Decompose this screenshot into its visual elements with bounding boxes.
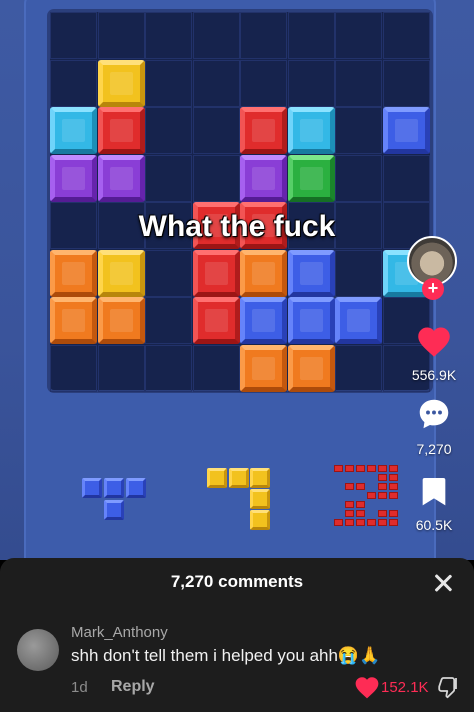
board-cell (382, 59, 430, 107)
board-cell (192, 154, 240, 202)
board-cell (382, 154, 430, 202)
mini-block (345, 519, 354, 526)
board-cell (335, 107, 382, 154)
board-cell (287, 59, 335, 107)
mini-block (334, 519, 343, 526)
board-block-cyan (50, 107, 97, 154)
board-cell (97, 344, 145, 392)
board-block-blue (287, 297, 335, 344)
like-button[interactable]: 556.9K (394, 324, 474, 383)
board-cell (50, 344, 97, 392)
board-block-purple (97, 154, 145, 202)
mini-block (356, 465, 365, 472)
reply-button[interactable]: Reply (111, 678, 155, 696)
board-cell (145, 297, 192, 344)
heart-icon (418, 327, 450, 357)
mini-block (367, 465, 376, 472)
mini-block (378, 492, 387, 499)
comments-title: 7,270 comments (170, 572, 304, 591)
board-block-orange (240, 344, 287, 392)
board-block-blue (382, 107, 430, 154)
board-cell (145, 344, 192, 392)
board-cell (145, 59, 192, 107)
dislike-icon[interactable] (437, 675, 461, 699)
board-block-red (97, 107, 145, 154)
game-board (50, 12, 430, 392)
board-cell (335, 154, 382, 202)
comments-sheet: 7,270 comments Mark_Anthony shh don't te… (0, 558, 474, 712)
board-block-red (192, 249, 240, 297)
board-cell (192, 12, 240, 59)
board-cell (240, 59, 287, 107)
avatar[interactable] (17, 629, 59, 671)
bookmark-button[interactable]: 60.5K (394, 476, 474, 533)
board-cell (145, 107, 192, 154)
video-caption: What the fuck (138, 210, 336, 243)
board-cell (50, 12, 97, 59)
board-cell (192, 107, 240, 154)
mini-block (356, 501, 365, 508)
board-block-blue (240, 297, 287, 344)
board-cell (145, 154, 192, 202)
board-cell (382, 12, 430, 59)
board-block-orange (97, 297, 145, 344)
creator-avatar[interactable]: + (407, 236, 459, 300)
mini-block (356, 519, 365, 526)
board-cell (145, 12, 192, 59)
mini-block (367, 519, 376, 526)
board-cell (287, 12, 335, 59)
board-block-yellow (97, 249, 145, 297)
comment-button[interactable]: 7,270 (394, 396, 474, 457)
mini-block (378, 519, 387, 526)
board-block-cyan (287, 107, 335, 154)
mini-block (389, 465, 398, 472)
mini-block (345, 501, 354, 508)
comment-text: shh don't tell them i helped you ahh😭🙏 (71, 646, 381, 665)
board-block-blue (335, 297, 382, 344)
follow-plus-icon[interactable]: + (422, 278, 444, 300)
comment-bubble-icon (419, 399, 449, 429)
mini-block (367, 492, 376, 499)
board-block-purple (50, 154, 97, 202)
board-cell (50, 59, 97, 107)
board-block-red (240, 107, 287, 154)
board-cell (240, 12, 287, 59)
mini-block (345, 465, 354, 472)
mini-block (356, 483, 365, 490)
heart-icon[interactable] (354, 675, 380, 699)
comment-time: 1d (71, 679, 88, 696)
board-cell (335, 59, 382, 107)
like-count: 556.9K (411, 367, 457, 383)
board-block-orange (287, 344, 335, 392)
board-cell (335, 12, 382, 59)
board-cell (192, 59, 240, 107)
mini-block (356, 510, 365, 517)
board-block-red (192, 297, 240, 344)
bookmark-icon (422, 478, 446, 506)
mini-block (345, 483, 354, 490)
board-block-yellow (97, 59, 145, 107)
board-cell (335, 249, 382, 297)
mini-block (345, 510, 354, 517)
close-icon[interactable] (430, 570, 456, 596)
board-cell (335, 344, 382, 392)
board-block-blue (287, 249, 335, 297)
board-block-orange (50, 297, 97, 344)
mini-block (378, 474, 387, 481)
mini-block (378, 483, 387, 490)
board-block-orange (50, 249, 97, 297)
save-count: 60.5K (415, 517, 453, 533)
comment-count: 7,270 (416, 441, 452, 457)
comment-like-count: 152.1K (381, 679, 429, 696)
mini-block (378, 510, 387, 517)
board-block-orange (240, 249, 287, 297)
board-cell (145, 249, 192, 297)
board-cell (97, 12, 145, 59)
board-block-purple (240, 154, 287, 202)
comment-username[interactable]: Mark_Anthony (71, 624, 168, 641)
mini-block (378, 465, 387, 472)
mini-block (334, 465, 343, 472)
board-cell (192, 344, 240, 392)
board-block-green (287, 154, 335, 202)
